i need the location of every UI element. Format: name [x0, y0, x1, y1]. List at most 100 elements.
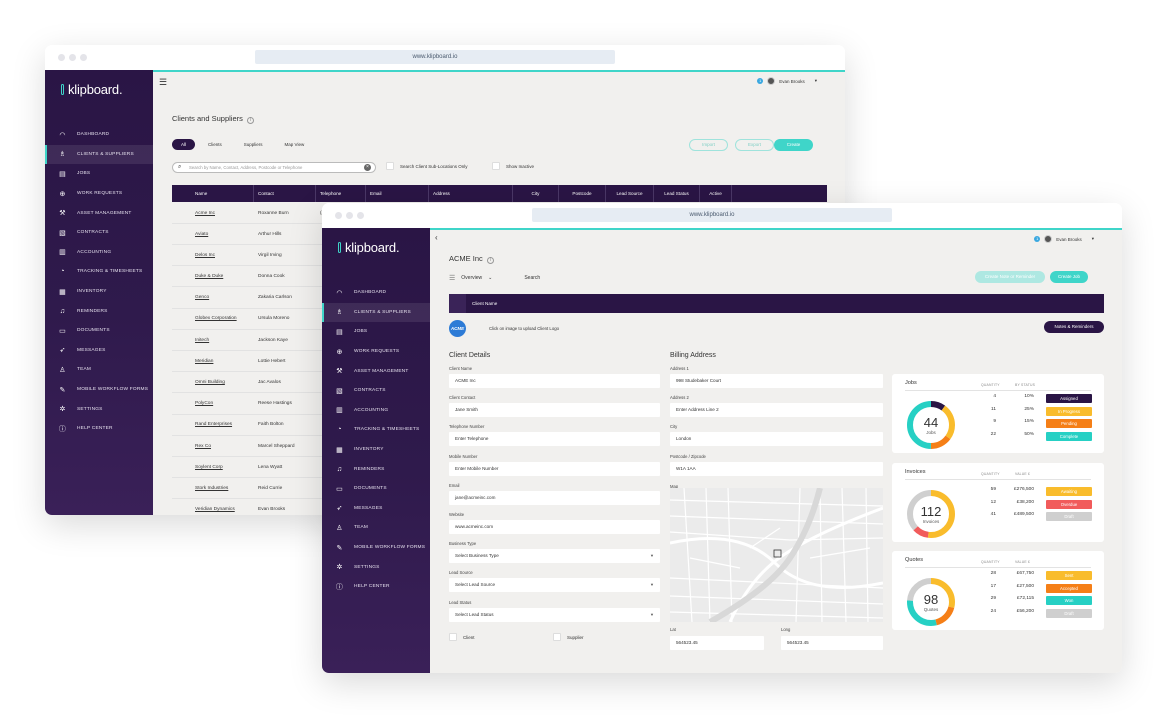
- status-badge[interactable]: Awaiting: [1046, 487, 1092, 496]
- sidebar-item-accounting[interactable]: ▥ ACCOUNTING: [45, 243, 153, 263]
- search-input[interactable]: ⌕ Search by Name, Contact, Address, Post…: [172, 162, 376, 173]
- col-email[interactable]: Email: [366, 185, 429, 202]
- col-lead-source[interactable]: Lead Source: [606, 185, 654, 202]
- row-name[interactable]: Initech: [172, 338, 254, 343]
- overview-dropdown[interactable]: Overview: [461, 275, 482, 281]
- sidebar-item-contracts[interactable]: ▧ CONTRACTS: [45, 223, 153, 243]
- sidebar-item-documents[interactable]: ▭ DOCUMENTS: [45, 321, 153, 341]
- billing-input[interactable]: Enter Address Line 2: [670, 403, 883, 418]
- status-badge[interactable]: Sent: [1046, 571, 1092, 580]
- row-name[interactable]: Soylent Corp: [172, 465, 254, 470]
- row-name[interactable]: Omni Building: [172, 380, 254, 385]
- billing-input[interactable]: London: [670, 432, 883, 447]
- sidebar-item-reminders[interactable]: ♫ REMINDERS: [322, 459, 430, 479]
- field-input[interactable]: Select Business Type ▼: [449, 549, 660, 564]
- status-badge[interactable]: Complete: [1046, 431, 1092, 441]
- sidebar-item-inventory[interactable]: ▦ INVENTORY: [322, 440, 430, 460]
- status-badge[interactable]: Won: [1046, 596, 1092, 606]
- sidebar-item-help-center[interactable]: ⓘ HELP CENTER: [322, 577, 430, 597]
- import-button[interactable]: Import: [689, 139, 728, 151]
- show-inactive-checkbox[interactable]: Show Inactive: [492, 162, 534, 170]
- col-contact[interactable]: Contact: [254, 185, 316, 202]
- status-badge[interactable]: Draft: [1046, 608, 1092, 618]
- info-icon[interactable]: i: [486, 257, 494, 264]
- tab-suppliers[interactable]: Suppliers: [235, 139, 272, 150]
- status-badge[interactable]: Overdue: [1046, 499, 1092, 509]
- bell-icon[interactable]: 1: [1034, 236, 1041, 242]
- info-icon[interactable]: i: [246, 117, 254, 124]
- tab-map-view[interactable]: Map View: [276, 139, 314, 150]
- lat-field[interactable]: 564523.45: [670, 636, 764, 650]
- menu-icon[interactable]: ☰: [159, 77, 167, 88]
- field-input[interactable]: jane@acmeinc.com: [449, 490, 660, 505]
- row-name[interactable]: Veridian Dynamics: [172, 507, 254, 512]
- row-name[interactable]: Rand Enterprises: [172, 422, 254, 427]
- col-lead-status[interactable]: Lead Status: [654, 185, 700, 202]
- status-badge[interactable]: Accepted: [1046, 583, 1092, 593]
- back-icon[interactable]: ‹: [435, 233, 438, 242]
- sidebar-item-tracking-timesheets[interactable]: ◔ TRACKING & TIMESHEETS: [322, 420, 430, 440]
- bell-icon[interactable]: 1: [757, 78, 764, 84]
- col-active[interactable]: Active: [700, 185, 732, 202]
- chevron-down-icon[interactable]: ▾: [1092, 236, 1094, 242]
- url-bar[interactable]: www.klipboard.io: [255, 50, 615, 64]
- url-bar[interactable]: www.klipboard.io: [532, 208, 892, 222]
- sidebar-item-mobile-workflow-forms[interactable]: ✎ MOBILE WORKFLOW FORMS: [45, 380, 153, 400]
- list-icon[interactable]: ☰: [449, 274, 455, 282]
- notes-reminders-button[interactable]: Notes & Reminders: [1044, 321, 1104, 333]
- field-input[interactable]: Select Lead Status ▼: [449, 607, 660, 622]
- user-menu[interactable]: 1 Evan Brooks ▾: [1034, 235, 1094, 243]
- user-menu[interactable]: 1 Evan Brooks ▾: [757, 77, 817, 85]
- tab-all[interactable]: All: [172, 139, 196, 150]
- row-name[interactable]: Meridian: [172, 359, 254, 364]
- map[interactable]: [670, 488, 883, 622]
- sidebar-item-work-requests[interactable]: ⊕ WORK REQUESTS: [322, 342, 430, 362]
- sidebar-item-team[interactable]: ♙ TEAM: [45, 360, 153, 380]
- sidebar-item-clients-suppliers[interactable]: ♗ CLIENTS & SUPPLIERS: [322, 302, 430, 323]
- col-name[interactable]: Name: [172, 185, 254, 202]
- sub-locations-checkbox[interactable]: Search Client Sub-Locations Only: [386, 162, 468, 170]
- logo[interactable]: klipboard.: [338, 240, 400, 255]
- status-badge[interactable]: Pending: [1046, 419, 1092, 429]
- sidebar-item-reminders[interactable]: ♫ REMINDERS: [45, 301, 153, 321]
- status-badge[interactable]: In Progress: [1046, 406, 1092, 416]
- billing-input[interactable]: W1A 1AA: [670, 461, 883, 476]
- export-button[interactable]: Export: [735, 139, 774, 151]
- sidebar-item-mobile-workflow-forms[interactable]: ✎ MOBILE WORKFLOW FORMS: [322, 538, 430, 558]
- create-job-button[interactable]: Create Job: [1050, 271, 1088, 283]
- row-name[interactable]: Duke & Duke: [172, 274, 254, 279]
- avatar[interactable]: [1044, 235, 1053, 243]
- sidebar-item-asset-management[interactable]: ⚒ ASSET MANAGEMENT: [322, 361, 430, 381]
- sidebar-item-inventory[interactable]: ▦ INVENTORY: [45, 282, 153, 302]
- create-button[interactable]: Create: [774, 139, 813, 151]
- sidebar-item-accounting[interactable]: ▥ ACCOUNTING: [322, 401, 430, 421]
- client-checkbox[interactable]: Client: [449, 633, 475, 641]
- row-name[interactable]: Delos Inc: [172, 253, 254, 258]
- sidebar-item-clients-suppliers[interactable]: ♗ CLIENTS & SUPPLIERS: [45, 144, 153, 165]
- clear-icon[interactable]: ×: [364, 164, 371, 171]
- supplier-checkbox[interactable]: Supplier: [553, 633, 584, 641]
- sidebar-item-jobs[interactable]: ▤ JOBS: [45, 164, 153, 184]
- sidebar-item-asset-management[interactable]: ⚒ ASSET MANAGEMENT: [45, 203, 153, 223]
- row-name[interactable]: Aviato: [172, 232, 254, 237]
- sidebar-item-settings[interactable]: ✲ SETTINGS: [45, 399, 153, 419]
- row-name[interactable]: Genco: [172, 295, 254, 300]
- create-note-button[interactable]: Create Note or Reminder: [975, 271, 1045, 283]
- col-telephone[interactable]: Telephone: [316, 185, 366, 202]
- col-address[interactable]: Address: [429, 185, 513, 202]
- sidebar-item-jobs[interactable]: ▤ JOBS: [322, 322, 430, 342]
- field-input[interactable]: Jane Smith: [449, 403, 660, 418]
- sidebar-item-team[interactable]: ♙ TEAM: [322, 518, 430, 538]
- status-badge[interactable]: Draft: [1046, 512, 1092, 522]
- sidebar-item-dashboard[interactable]: ◠ DASHBOARD: [322, 283, 430, 303]
- chevron-down-icon[interactable]: ▾: [815, 78, 817, 84]
- long-field[interactable]: 564523.45: [781, 636, 883, 650]
- sidebar-item-dashboard[interactable]: ◠ DASHBOARD: [45, 125, 153, 145]
- row-name[interactable]: Rex Co: [172, 444, 254, 449]
- field-input[interactable]: ACME Inc: [449, 374, 660, 388]
- avatar[interactable]: [767, 77, 776, 85]
- tab-clients[interactable]: Clients: [199, 139, 231, 150]
- col-postcode[interactable]: Postcode: [559, 185, 606, 202]
- field-input[interactable]: www.acmeinc.com: [449, 520, 660, 534]
- logo[interactable]: klipboard.: [61, 82, 123, 97]
